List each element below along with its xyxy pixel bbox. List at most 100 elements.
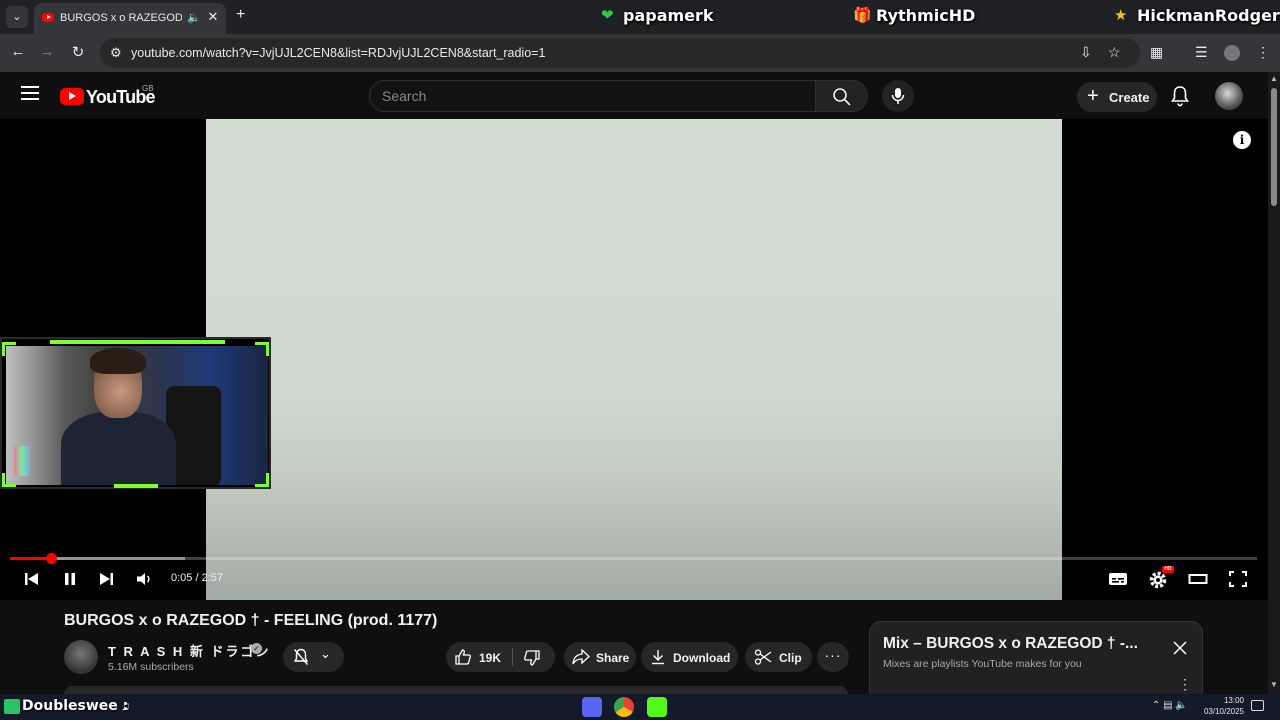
subscription-notifications-button[interactable]: ⌄ bbox=[283, 642, 344, 672]
progress-played bbox=[10, 557, 52, 560]
page-scrollbar[interactable]: ▲ ▼ bbox=[1268, 72, 1280, 694]
frame-corner-bl bbox=[2, 473, 16, 487]
share-label: Share bbox=[596, 651, 630, 665]
rgb-lamp bbox=[14, 446, 30, 476]
subtitles-icon[interactable] bbox=[1108, 570, 1128, 588]
clip-button[interactable]: Clip bbox=[745, 642, 812, 672]
progress-bar[interactable] bbox=[10, 553, 1257, 564]
bookmark-star-icon[interactable]: ☆ bbox=[1108, 44, 1121, 61]
time-display: 0:05 / 2:57 bbox=[171, 572, 223, 584]
frame-top-bar bbox=[50, 340, 225, 344]
verified-badge-icon: ✓ bbox=[251, 643, 262, 654]
scroll-down-arrow-icon[interactable]: ▼ bbox=[1270, 680, 1278, 689]
create-button[interactable]: + Create bbox=[1077, 82, 1157, 112]
frame-corner-tl bbox=[2, 342, 16, 356]
notification-center-icon[interactable] bbox=[1251, 700, 1264, 711]
close-tab-icon[interactable]: ✕ bbox=[206, 9, 220, 25]
browser-tab-strip: ⌄ BURGOS x o RAZEGOD † - F 🔈 ✕ + ❤ papam… bbox=[0, 0, 1280, 34]
pause-icon[interactable] bbox=[61, 570, 79, 588]
overlay-name-1: papamerk bbox=[623, 6, 714, 25]
thumbs-down-icon[interactable] bbox=[523, 649, 541, 667]
theater-mode-icon[interactable] bbox=[1188, 570, 1208, 588]
search-icon bbox=[833, 88, 851, 106]
frame-bottom-bar bbox=[114, 484, 158, 488]
download-button[interactable]: Download bbox=[641, 642, 738, 672]
browser-tab[interactable]: BURGOS x o RAZEGOD † - F 🔈 ✕ bbox=[34, 3, 226, 34]
youtube-favicon-icon bbox=[42, 13, 54, 22]
clock-time: 13:00 bbox=[1223, 696, 1244, 705]
search-button[interactable] bbox=[816, 80, 868, 112]
discord-icon[interactable] bbox=[582, 697, 602, 717]
fullscreen-icon[interactable] bbox=[1228, 570, 1248, 588]
install-app-icon[interactable]: ⇩ bbox=[1080, 44, 1092, 61]
browser-toolbar: ← → ↻ ⚙ youtube.com/watch?v=JvjUJL2CEN8&… bbox=[0, 34, 1280, 72]
forward-arrow-icon[interactable]: → bbox=[37, 43, 57, 60]
scrollbar-thumb[interactable] bbox=[1271, 88, 1277, 206]
overlay-name-2: RythmicHD bbox=[876, 6, 976, 25]
more-actions-icon[interactable]: ··· bbox=[817, 642, 849, 672]
channel-name[interactable]: T R A S H 新 ドラゴン bbox=[108, 641, 270, 660]
webcam-overlay bbox=[0, 337, 271, 489]
new-tab-button[interactable]: + bbox=[236, 6, 245, 24]
clip-label: Clip bbox=[779, 651, 802, 665]
tab-title: BURGOS x o RAZEGOD † - F bbox=[60, 12, 182, 24]
microphone-icon bbox=[891, 88, 905, 104]
back-arrow-icon[interactable]: ← bbox=[8, 43, 28, 60]
streamer-badge-icon bbox=[4, 699, 20, 714]
like-count[interactable]: 19K bbox=[479, 651, 501, 665]
volume-icon[interactable] bbox=[135, 570, 153, 588]
windows-taskbar: Doubleswee : ♫ ⌃ ▤ 🔈 13:00 03/10/2025 bbox=[0, 694, 1280, 720]
progress-scrubber-handle[interactable] bbox=[46, 553, 58, 564]
account-avatar[interactable] bbox=[1215, 82, 1243, 110]
search-input[interactable] bbox=[382, 85, 802, 107]
like-divider bbox=[512, 648, 513, 666]
bell-off-icon bbox=[293, 648, 309, 665]
mix-menu-icon[interactable]: ⋮ bbox=[1178, 676, 1192, 693]
streamer-body bbox=[61, 412, 176, 485]
mix-subtitle: Mixes are playlists YouTube makes for yo… bbox=[883, 658, 1082, 670]
browser-menu-icon[interactable]: ⋮ bbox=[1256, 44, 1270, 61]
plus-icon: + bbox=[1087, 85, 1099, 107]
previous-icon[interactable] bbox=[23, 570, 41, 588]
close-icon[interactable] bbox=[1172, 640, 1188, 656]
share-button[interactable]: Share bbox=[564, 642, 636, 672]
search-box bbox=[369, 80, 816, 112]
next-icon[interactable] bbox=[97, 570, 115, 588]
subscriber-count: 5.16M subscribers bbox=[108, 661, 194, 673]
clock[interactable]: 13:00 03/10/2025 bbox=[1200, 695, 1244, 717]
share-arrow-icon bbox=[572, 649, 590, 665]
channel-avatar[interactable] bbox=[64, 640, 98, 674]
profile-avatar-icon[interactable] bbox=[1224, 45, 1240, 61]
description-box[interactable] bbox=[64, 686, 848, 694]
streamer-hair bbox=[90, 348, 146, 374]
reload-icon[interactable]: ↻ bbox=[68, 43, 88, 61]
country-code: GB bbox=[142, 84, 154, 93]
address-bar[interactable]: ⚙ youtube.com/watch?v=JvjUJL2CEN8&list=R… bbox=[100, 38, 1140, 68]
settings-gear-icon[interactable] bbox=[1148, 570, 1168, 590]
mix-playlist-panel: Mix – BURGOS x o RAZEGOD † -... Mixes ar… bbox=[869, 621, 1203, 694]
chrome-icon[interactable] bbox=[614, 697, 634, 717]
thumbs-up-icon[interactable] bbox=[454, 648, 472, 666]
heart-icon: ❤ bbox=[601, 7, 614, 24]
kick-app-icon[interactable] bbox=[647, 697, 667, 717]
download-label: Download bbox=[673, 651, 731, 665]
extensions-icon[interactable]: ▦ bbox=[1150, 44, 1163, 61]
tab-search-button[interactable]: ⌄ bbox=[6, 6, 28, 28]
scroll-up-arrow-icon[interactable]: ▲ bbox=[1270, 74, 1278, 83]
like-dislike-group: 19K bbox=[446, 642, 555, 672]
site-info-icon[interactable]: ⚙ bbox=[110, 45, 122, 61]
media-controls-icon[interactable]: ☰ bbox=[1195, 44, 1208, 61]
hamburger-menu-icon[interactable] bbox=[21, 86, 39, 100]
notifications-bell-icon[interactable] bbox=[1170, 85, 1190, 107]
video-frame[interactable] bbox=[206, 119, 1062, 600]
youtube-masthead: YouTube GB + Create bbox=[0, 72, 1268, 119]
star-icon: ★ bbox=[1114, 7, 1128, 24]
speaker-icon[interactable]: 🔈 bbox=[187, 11, 201, 24]
info-icon[interactable]: i bbox=[1233, 131, 1251, 149]
overlay-name-3: HickmanRodgers bbox=[1137, 6, 1280, 25]
url-text[interactable]: youtube.com/watch?v=JvjUJL2CEN8&list=RDJ… bbox=[131, 46, 545, 60]
voice-search-button[interactable] bbox=[882, 80, 914, 112]
mix-title[interactable]: Mix – BURGOS x o RAZEGOD † -... bbox=[883, 635, 1153, 653]
system-tray-icons[interactable]: ⌃ ▤ 🔈 bbox=[1152, 700, 1188, 711]
chevron-down-icon: ⌄ bbox=[320, 646, 331, 661]
